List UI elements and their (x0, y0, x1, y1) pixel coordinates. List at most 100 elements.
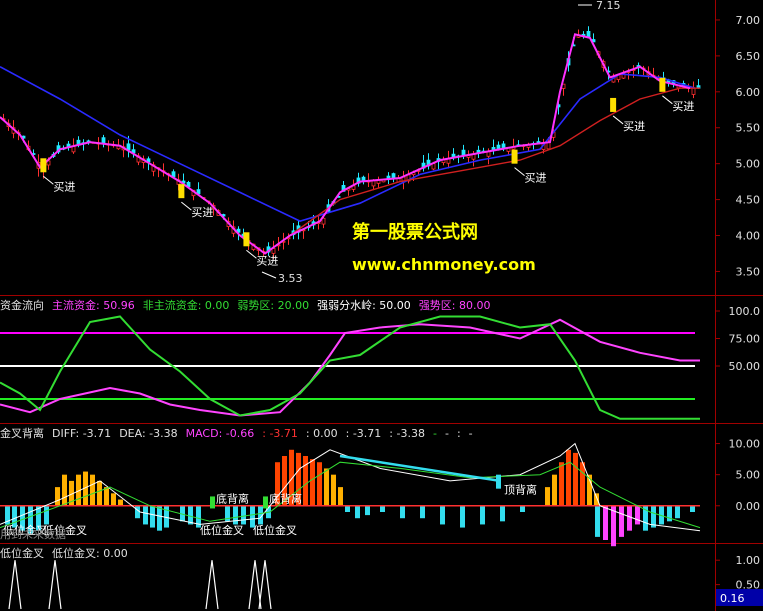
legend-item: MACD: -0.66 (186, 427, 255, 440)
macd-negative-bar (420, 505, 425, 519)
legend-item: : -3.38 (389, 427, 425, 440)
macd-negative-bar (157, 505, 162, 531)
buy-arrow (514, 167, 525, 177)
macd-negative-bar (400, 505, 405, 519)
macd-negative-bar (619, 505, 624, 537)
y-tick-label: 7.00 (736, 14, 761, 27)
macd-positive-bar (118, 499, 123, 506)
macd-negative-bar (500, 505, 505, 522)
y-tick-label: 100.0 (729, 305, 761, 318)
stock-chart[interactable]: 7.006.506.005.505.004.504.003.50买进买进买进买进… (0, 0, 763, 611)
legend-item: 低位金叉 (0, 546, 44, 560)
legend-item: : -3.71 (346, 427, 382, 440)
macd-positive-bar (111, 493, 116, 506)
watermark-url: www.chnmoney.com (352, 255, 536, 274)
legend-item: DIFF: -3.71 (52, 427, 111, 440)
fund_flow-legend: 资金流向 主流资金: 50.96 非主流资金: 0.00 弱势区: 20.00 强弱分水… (0, 298, 491, 312)
bottom-divergence-marker (210, 496, 215, 509)
macd-negative-bar (143, 505, 148, 525)
macd-positive-bar (90, 474, 95, 506)
candle-body (691, 87, 696, 95)
buy-arrow (662, 95, 673, 105)
macd-negative-bar (380, 505, 385, 512)
macd-positive-bar (552, 474, 557, 506)
y-tick-label: 4.00 (736, 230, 761, 243)
macd-negative-bar (440, 505, 445, 525)
buy-label: 买进 (672, 100, 694, 113)
macd-negative-bar (595, 505, 600, 537)
y-tick-label: 10.00 (729, 438, 761, 451)
legend-item: DEA: -3.38 (119, 427, 177, 440)
macd-negative-bar (241, 505, 246, 525)
legend-item: : -3.71 (262, 427, 298, 440)
y-tick-label: 5.00 (736, 469, 761, 482)
macd-negative-bar (480, 505, 485, 525)
macd-positive-bar (594, 493, 599, 506)
y-tick-label: 6.50 (736, 50, 761, 63)
fund_flow-legend-text: 资金流向 主流资金: 50.96 非主流资金: 0.00 弱势区: 20.00 强弱分水… (0, 298, 491, 312)
legend-item: - (433, 427, 437, 440)
macd-negative-bar (365, 505, 370, 516)
buy-label: 买进 (525, 172, 547, 185)
buy-marker (243, 232, 250, 247)
macd-negative-bar (345, 505, 350, 512)
candle-body (126, 143, 131, 151)
macd-positive-bar (566, 449, 571, 506)
macd-negative-bar (355, 505, 360, 519)
macd-positive-bar (338, 487, 343, 506)
macd-negative-bar (603, 505, 608, 540)
legend-item: : (457, 427, 461, 440)
legend-item: 主流资金: 50.96 (52, 298, 135, 312)
buy-marker (178, 184, 185, 199)
macd-positive-bar (324, 468, 329, 506)
macd-positive-bar (580, 462, 585, 506)
candle-body (546, 142, 551, 150)
macd-negative-bar (233, 505, 238, 525)
golden_cross-legend-text: 低位金叉 低位金叉: 0.00 (0, 546, 128, 560)
high-label: 7.15 (596, 0, 621, 12)
y-tick-label: 50.00 (729, 360, 761, 373)
macd-positive-bar (559, 462, 564, 506)
macd-negative-bar (690, 505, 695, 512)
buy-marker (511, 149, 518, 164)
buy-label: 买进 (256, 254, 278, 267)
macd-negative-bar (675, 505, 680, 519)
macd-positive-bar (331, 474, 336, 506)
top-divergence-label: 顶背离 (504, 482, 537, 496)
spike (48, 560, 62, 610)
top-divergence-marker (496, 474, 501, 489)
current-value: 0.16 (720, 592, 745, 605)
macd-bars (5, 449, 695, 547)
legend-item: 资金流向 (0, 298, 44, 312)
y-tick-label: 6.00 (736, 86, 761, 99)
y-tick-label: 75.00 (729, 333, 761, 346)
buy-arrow (181, 201, 192, 211)
y-tick-label: 0.00 (736, 500, 761, 513)
fund_flow-y-axis: 100.0 75.00 50.00 (715, 305, 760, 373)
candles (1, 26, 701, 260)
watermark-title: 第一股票公式网 (352, 221, 478, 243)
legend-item: 金叉背离 (0, 426, 44, 440)
buy-marker (610, 97, 617, 112)
y-tick-label: 4.50 (736, 194, 761, 207)
low-leader (261, 271, 277, 279)
spike (248, 560, 262, 610)
bottom-divergence-marker (263, 496, 268, 509)
golden-cross-label: 低位金叉 (200, 523, 244, 537)
macd-y-axis: 10.00 5.00 0.00 (715, 438, 760, 513)
macd-positive-bar (573, 452, 578, 506)
macd-legend: 金叉背离 DIFF: -3.71 DEA: -3.38 MACD: -0.66 : -3… (0, 426, 473, 440)
macd-positive-bar (55, 487, 60, 506)
low-label: 3.53 (278, 272, 303, 285)
macd-positive-bar (104, 487, 109, 506)
macd-negative-bar (460, 505, 465, 528)
buy-marker (659, 77, 666, 92)
buy-label: 买进 (191, 206, 213, 219)
spike (205, 560, 219, 610)
buy-label: 买进 (53, 180, 75, 193)
y-tick-label: 1.00 (736, 554, 761, 567)
legend-item: 强弱分水岭: 50.00 (317, 298, 411, 312)
legend-item: - (469, 427, 473, 440)
ma-short-line (0, 33, 691, 255)
ma-red-line (289, 87, 700, 237)
